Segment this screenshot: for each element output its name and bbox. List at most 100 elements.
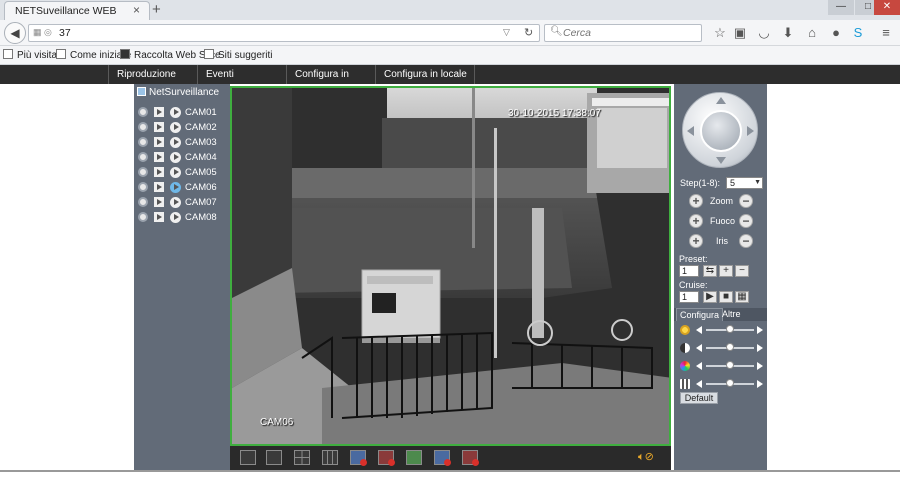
preset-remove-button[interactable]: − <box>735 265 749 277</box>
zoom-in-button[interactable]: + <box>689 194 703 208</box>
record-toggle-icon[interactable] <box>138 152 148 163</box>
audio-mute-icon[interactable]: 🔈︎⊘ <box>638 450 654 464</box>
menu-configura-locale[interactable]: Configura in locale <box>375 65 475 84</box>
tab-configura[interactable]: Configura <box>676 308 724 321</box>
camera-label[interactable]: CAM05 <box>185 167 217 178</box>
decrease-icon[interactable] <box>696 344 702 352</box>
preset-input[interactable]: 1 <box>679 265 699 277</box>
record-toggle-icon[interactable] <box>138 167 148 178</box>
chat-icon[interactable]: ● <box>828 25 844 41</box>
snapshot-icon[interactable] <box>406 450 422 465</box>
preset-goto-button[interactable]: ⇆ <box>703 265 717 277</box>
increase-icon[interactable] <box>757 344 763 352</box>
ptz-center-button[interactable] <box>700 110 742 152</box>
camera-row[interactable]: CAM06 <box>138 181 217 195</box>
open-all-icon[interactable] <box>350 450 367 466</box>
play-icon[interactable] <box>170 121 181 133</box>
layout-9-icon[interactable] <box>322 450 338 465</box>
main-stream-icon[interactable] <box>154 212 164 223</box>
default-button[interactable]: Default <box>680 392 718 404</box>
saturation-slider-handle[interactable] <box>726 361 734 369</box>
camera-row[interactable]: CAM07 <box>138 196 217 210</box>
reload-icon[interactable]: ↻ <box>524 26 533 39</box>
zoom-out-button[interactable]: − <box>739 194 753 208</box>
play-icon[interactable] <box>170 181 181 193</box>
url-dropdown-icon[interactable]: ▽ <box>503 27 510 38</box>
increase-icon[interactable] <box>757 362 763 370</box>
record-toggle-icon[interactable] <box>138 212 148 223</box>
back-button[interactable]: ◀ <box>4 22 26 44</box>
camera-label[interactable]: CAM06 <box>185 182 217 193</box>
hamburger-menu-icon[interactable]: ≡ <box>878 25 894 41</box>
cruise-input[interactable]: 1 <box>679 291 699 303</box>
main-stream-icon[interactable] <box>154 182 164 193</box>
search-bar[interactable]: 🔍︎ <box>544 24 702 42</box>
layout-4-icon[interactable] <box>294 450 310 465</box>
ptz-direction-pad[interactable] <box>682 92 758 168</box>
camera-row[interactable]: CAM08 <box>138 211 217 225</box>
cruise-stop-button[interactable]: ■ <box>719 291 733 303</box>
menu-configura-remoto[interactable]: Configura in remoto <box>286 65 375 99</box>
decrease-icon[interactable] <box>696 380 702 388</box>
record-toggle-icon[interactable] <box>138 182 148 193</box>
main-stream-icon[interactable] <box>154 107 164 118</box>
camera-label[interactable]: CAM07 <box>185 197 217 208</box>
browser-tab[interactable]: NETSuveillance WEB × <box>4 1 150 20</box>
ptz-down-icon[interactable] <box>716 157 726 164</box>
device-tree-root[interactable]: NetSurveillance <box>137 87 219 98</box>
reading-list-icon[interactable]: ▣ <box>732 25 748 41</box>
skype-icon[interactable]: S <box>850 25 866 41</box>
play-icon[interactable] <box>170 136 181 148</box>
bookmark-suggested-sites[interactable]: Siti suggeriti <box>204 49 272 61</box>
play-icon[interactable] <box>170 211 181 223</box>
play-icon[interactable] <box>170 196 181 208</box>
menu-riproduzione[interactable]: Riproduzione <box>108 65 197 84</box>
hue-slider-handle[interactable] <box>726 379 734 387</box>
minimize-button[interactable]: — <box>828 0 854 15</box>
camera-row[interactable]: CAM05 <box>138 166 217 180</box>
new-tab-button[interactable]: + <box>152 1 161 18</box>
camera-label[interactable]: CAM01 <box>185 107 217 118</box>
camera-label[interactable]: CAM08 <box>185 212 217 223</box>
record-toggle-icon[interactable] <box>138 107 148 118</box>
menu-eventi[interactable]: Eventi <box>197 65 286 84</box>
close-window-button[interactable]: ✕ <box>874 0 900 15</box>
record-toggle-icon[interactable] <box>138 137 148 148</box>
play-icon[interactable] <box>170 166 181 178</box>
ptz-up-icon[interactable] <box>716 97 726 104</box>
ptz-left-icon[interactable] <box>687 126 694 136</box>
layout-1-icon[interactable] <box>266 450 282 465</box>
increase-icon[interactable] <box>757 326 763 334</box>
play-icon[interactable] <box>170 106 181 118</box>
record-toggle-icon[interactable] <box>138 197 148 208</box>
preset-add-button[interactable]: + <box>719 265 733 277</box>
tab-altre[interactable]: Altre <box>719 308 744 321</box>
camera-label[interactable]: CAM02 <box>185 122 217 133</box>
download-icon[interactable]: ⬇ <box>780 25 796 41</box>
url-text[interactable]: 37 <box>59 27 71 39</box>
contrast-slider-handle[interactable] <box>726 343 734 351</box>
stop-record-icon[interactable] <box>462 450 479 466</box>
camera-row[interactable]: CAM02 <box>138 121 217 135</box>
close-all-icon[interactable] <box>378 450 395 466</box>
tab-close-icon[interactable]: × <box>133 3 140 17</box>
camera-row[interactable]: CAM04 <box>138 151 217 165</box>
record-toggle-icon[interactable] <box>138 122 148 133</box>
iris-close-button[interactable]: − <box>739 234 753 248</box>
bookmark-most-visited[interactable]: Più visitati <box>3 49 62 61</box>
iris-open-button[interactable]: + <box>689 234 703 248</box>
search-input[interactable] <box>563 26 697 40</box>
increase-icon[interactable] <box>757 380 763 388</box>
decrease-icon[interactable] <box>696 326 702 334</box>
decrease-icon[interactable] <box>696 362 702 370</box>
home-icon[interactable]: ⌂ <box>804 25 820 41</box>
cruise-play-button[interactable]: ▶ <box>703 291 717 303</box>
step-select[interactable]: 5 ▼ <box>726 177 763 189</box>
bookmark-star-icon[interactable]: ☆ <box>712 25 728 41</box>
focus-far-button[interactable]: − <box>739 214 753 228</box>
main-stream-icon[interactable] <box>154 167 164 178</box>
video-view[interactable]: 30-10-2015 17:38:07 CAM06 <box>230 86 671 446</box>
brightness-slider-handle[interactable] <box>726 325 734 333</box>
main-stream-icon[interactable] <box>154 137 164 148</box>
camera-row[interactable]: CAM03 <box>138 136 217 150</box>
